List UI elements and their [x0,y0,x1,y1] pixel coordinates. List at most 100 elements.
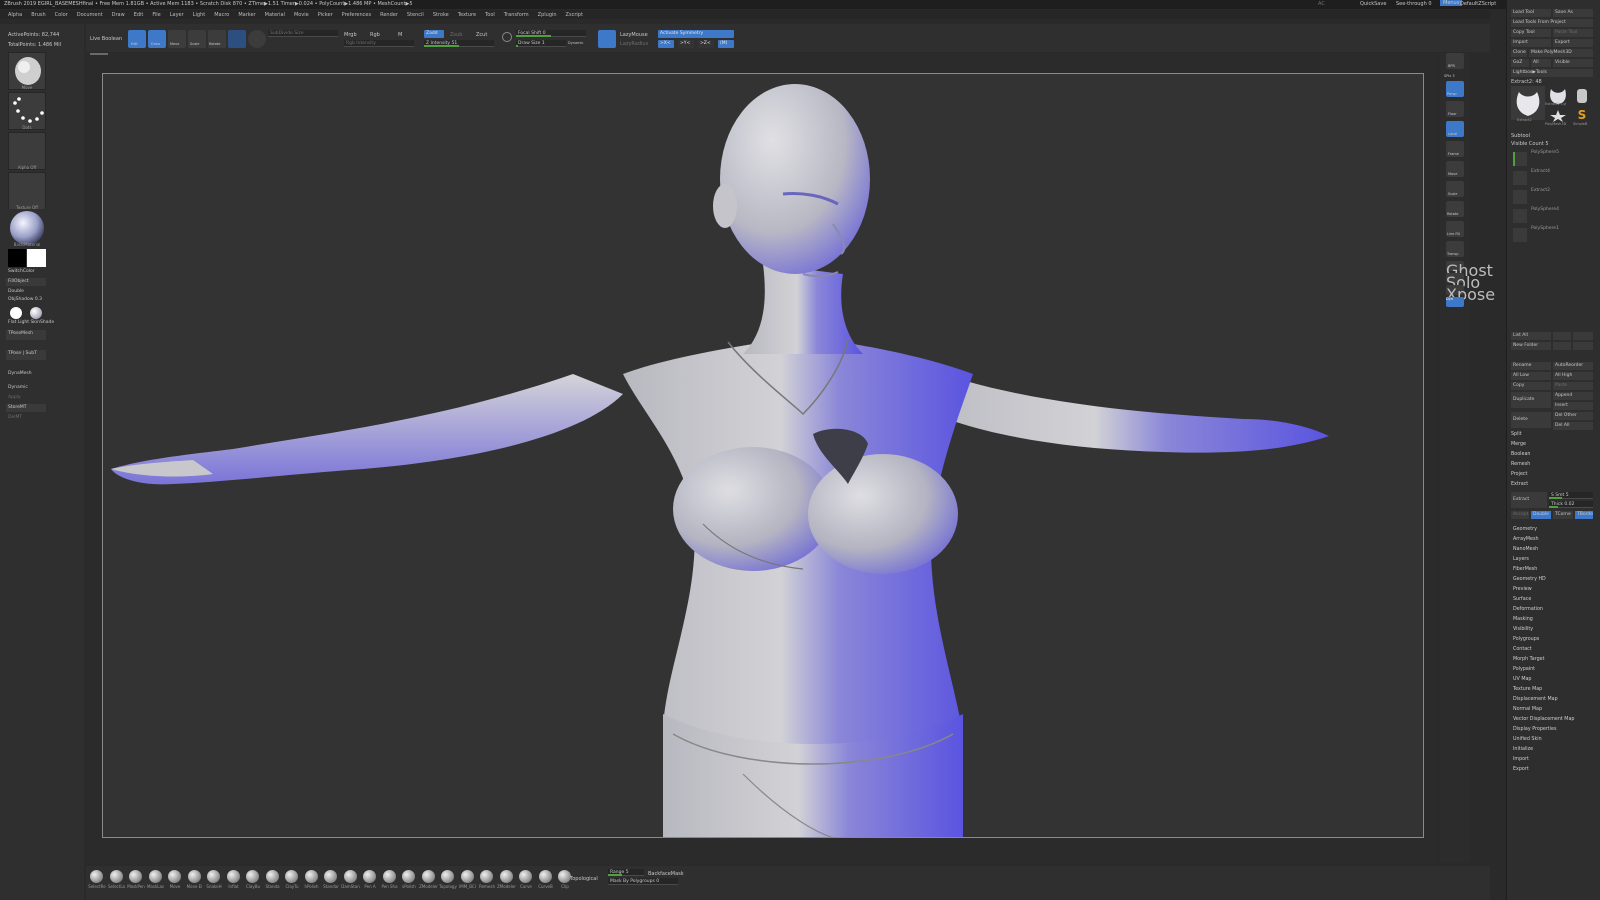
menu-deformation[interactable]: Deformation [1513,607,1543,612]
clone-button[interactable]: Clone [1511,49,1527,57]
menu-stroke[interactable]: Stroke [433,12,449,18]
lazymouse-icon[interactable] [598,30,616,48]
copy-subtool-button[interactable]: Copy [1511,382,1551,390]
export-tool-button[interactable]: Export [1553,39,1593,47]
save-as-button[interactable]: Save As [1553,9,1593,17]
menu-import[interactable]: Import [1513,757,1529,762]
merge-section[interactable]: Merge [1511,442,1526,447]
menu-masking[interactable]: Masking [1513,617,1533,622]
line-fill-button[interactable]: Line Fill [1446,221,1464,237]
draw-size-slider[interactable]: Draw Size 1 [516,40,566,47]
mask-by-polygroups-slider[interactable]: Mask By Polygroups 0 [608,878,678,885]
menu-light[interactable]: Light [193,12,205,18]
dynamesh-button[interactable]: DynaMesh [6,370,46,378]
brush-icon[interactable] [343,870,357,883]
accept-button[interactable]: Accept [1511,511,1529,519]
menu-visibility[interactable]: Visibility [1513,627,1533,632]
edit-button[interactable]: Edit [128,30,146,48]
switch-color-button[interactable]: SwitchColor [6,268,46,276]
move-mode-button[interactable]: Move [168,30,186,48]
s-smt-slider[interactable]: S Smt 5 [1549,492,1593,499]
auto-reorder-button[interactable]: AutoReorder [1553,362,1593,370]
rgb-button[interactable]: Rgb [370,32,380,38]
menu-layer[interactable]: Layer [170,12,184,18]
tool-thumb-polymesh[interactable] [1547,108,1569,122]
range-slider[interactable]: Range 5 [608,869,644,876]
append-button[interactable]: Append [1553,392,1593,400]
polyframe-button[interactable] [228,30,246,48]
del-other-button[interactable]: Del Other [1553,412,1593,420]
tpose-mesh-button[interactable]: TPoseMesh [6,330,46,340]
menu-document[interactable]: Document [77,12,103,18]
menu-polypaint[interactable]: Polypaint [1513,667,1535,672]
menu-display-properties[interactable]: Display Properties [1513,727,1556,732]
subtool-item[interactable]: PolySphere1 [1511,226,1597,245]
m-button[interactable]: M [398,32,402,38]
menu-preferences[interactable]: Preferences [342,12,371,18]
menu-arraymesh[interactable]: ArrayMesh [1513,537,1539,542]
quicksave-button[interactable]: QuickSave [1360,1,1386,7]
goz-visible-button[interactable]: Visible [1553,59,1593,67]
move-view-button[interactable]: Move [1446,161,1464,177]
brush-icon[interactable] [148,870,162,883]
obj-shadow-slider[interactable]: ObjShadow 0.3 [6,296,76,304]
menu-export[interactable]: Export [1513,767,1529,772]
load-tool-button[interactable]: Load Tool [1511,9,1551,17]
simpleb-brush-icon[interactable]: S [1571,108,1593,122]
remesh-section[interactable]: Remesh [1511,462,1530,467]
brush-icon[interactable] [265,870,279,883]
brush-icon[interactable] [129,870,142,883]
subtool-item[interactable]: PolySphere5 [1511,150,1597,169]
z-intensity-slider[interactable]: Z Intensity 51 [424,40,494,47]
menu-stencil[interactable]: Stencil [407,12,424,18]
floor-button[interactable]: Floor [1446,101,1464,117]
scale-view-button[interactable]: Scale [1446,181,1464,197]
brush-icon[interactable] [421,870,435,883]
symmetry-y-button[interactable]: >Y< [678,40,694,48]
menu-brush[interactable]: Brush [31,12,45,18]
document-canvas[interactable] [102,73,1424,838]
brush-icon[interactable] [109,870,123,883]
dynamic-button[interactable]: Dynamic [6,384,46,392]
scale-mode-button[interactable]: Scale [188,30,206,48]
lightbox-tools-button[interactable]: Lightbox▶Tools [1511,69,1593,77]
all-low-button[interactable]: All Low [1511,372,1551,380]
brush-icon[interactable] [519,870,532,883]
tcorne-toggle[interactable]: TCorne [1553,511,1573,519]
menu-displacement-map[interactable]: Displacement Map [1513,697,1558,702]
tborde-toggle[interactable]: TBorde [1575,511,1593,519]
brush-icon[interactable] [499,870,513,883]
dynamic-size-button[interactable]: Dynamic [568,40,583,46]
menu-morph-target[interactable]: Morph Target [1513,657,1545,662]
zsub-button[interactable]: Zsub [450,32,462,38]
brush-icon[interactable] [168,870,181,883]
backface-mask-toggle[interactable]: BackfaceMask [648,871,684,877]
current-tool-thumbnail[interactable] [1511,86,1545,120]
copy-tool-button[interactable]: Copy Tool [1511,29,1551,37]
menu-geometry[interactable]: Geometry [1513,527,1537,532]
thick-slider[interactable]: Thick 0.02 [1549,501,1593,508]
lazyradius-slider[interactable]: LazyRadius [620,41,648,47]
menu-zplugin[interactable]: Zplugin [538,12,557,18]
list-all-button[interactable]: List All [1511,332,1551,340]
menu-uv-map[interactable]: UV Map [1513,677,1531,682]
live-boolean-button[interactable]: Live Boolean [90,36,122,42]
default-zscript-button[interactable]: DefaultZScript [1460,1,1496,7]
move-down-button[interactable] [1573,332,1593,340]
brush-icon[interactable] [441,870,454,883]
skin-shade-icon[interactable] [30,307,42,319]
rotate-view-button[interactable]: Rotate [1446,201,1464,217]
goz-all-button[interactable]: All [1531,59,1551,67]
menu-edit[interactable]: Edit [134,12,144,18]
focal-shift-slider[interactable]: Focal Shift 0 [516,30,586,37]
brush-icon[interactable] [324,870,337,883]
local-button[interactable]: Local [1446,121,1464,137]
subtool-item[interactable]: Extract2 [1511,188,1597,207]
split-section[interactable]: Split [1511,432,1522,437]
menu-macro[interactable]: Macro [214,12,229,18]
menus-button[interactable]: Menus [1440,0,1463,6]
brush-icon[interactable] [226,870,240,883]
menu-polygroups[interactable]: Polygroups [1513,637,1539,642]
extract-section[interactable]: Extract [1511,482,1528,487]
make-polymesh3d-button[interactable]: Make PolyMesh3D [1529,49,1593,57]
